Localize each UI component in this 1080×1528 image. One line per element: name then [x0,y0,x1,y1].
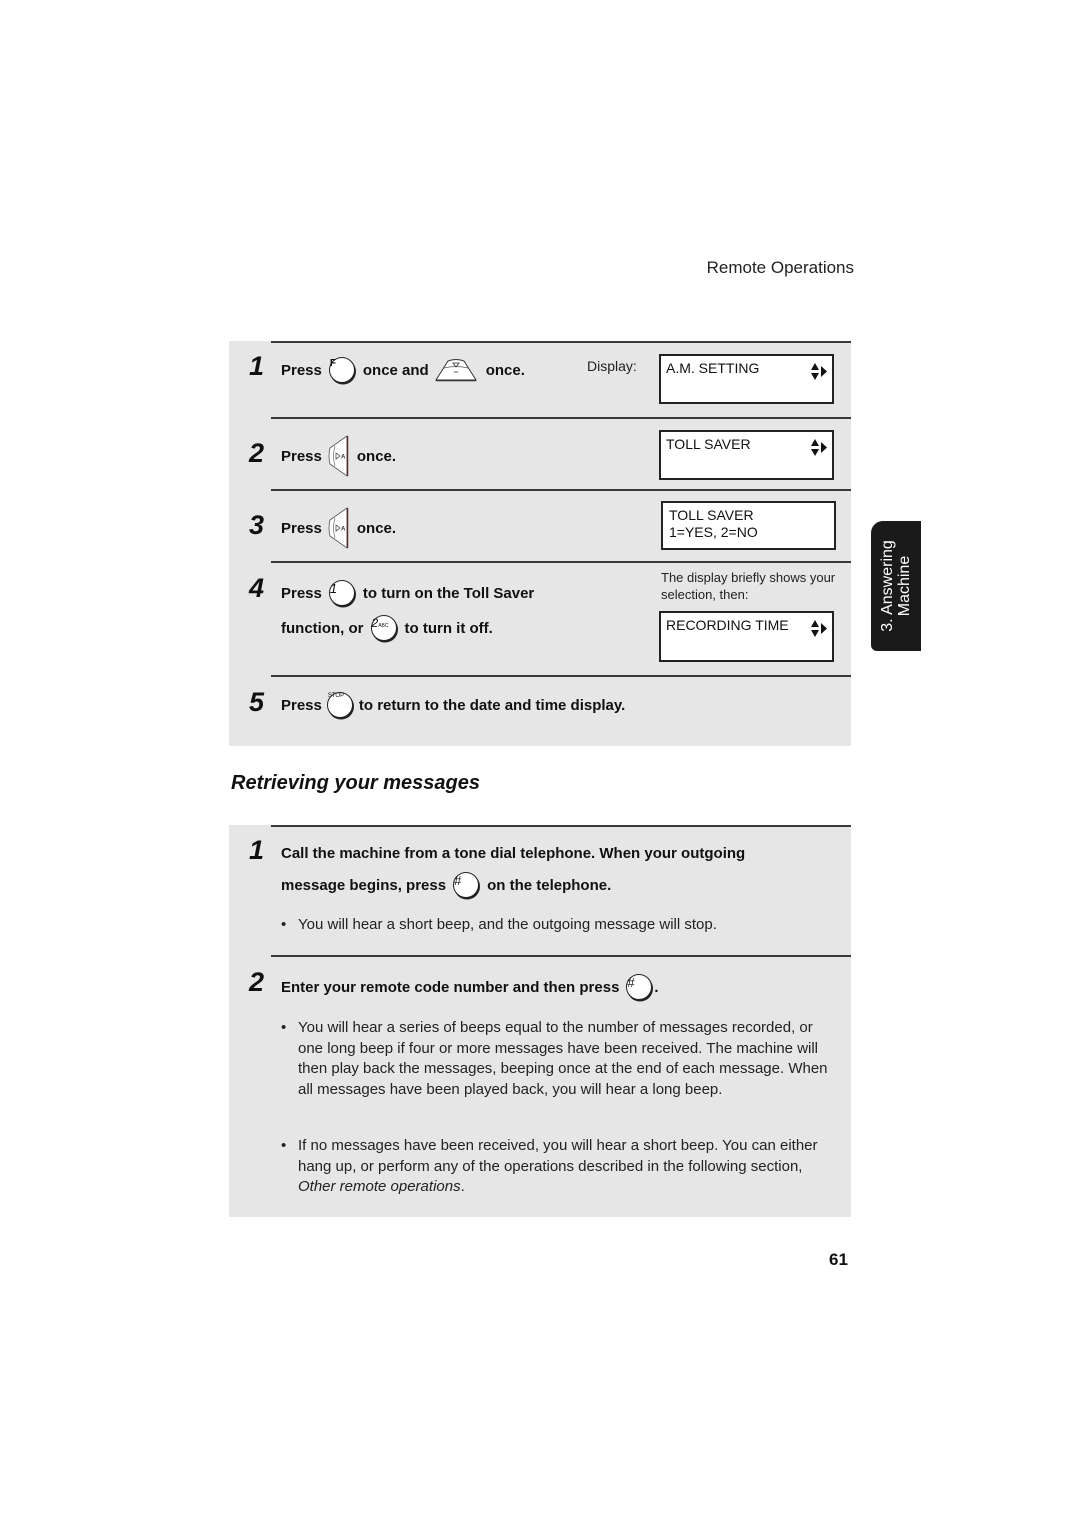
lcd-line-2: 1=YES, 2=NO [669,524,758,540]
step-text: Press [281,519,322,537]
retrieve-step-1-line-1: Call the machine from a tone dial teleph… [281,845,745,862]
step-4-text-line-1: Press 1 to turn on the Toll Saver [281,580,534,606]
divider [271,341,851,343]
nav-right-key-icon: A [328,507,349,549]
key-letters: ABC [378,623,389,629]
step-3-text: Press A once. [281,507,396,549]
lcd-line-1: TOLL SAVER [666,436,751,452]
function-key-icon: F [328,357,355,383]
step-number: 3 [249,510,265,540]
step-text: Enter your remote code number and then p… [281,978,620,996]
divider [271,489,851,491]
chapter-tab-line-2: Machine [896,555,913,617]
retrieve-step-1-line-2: message begins, press # on the telephone… [281,872,611,898]
step-number: 5 [249,687,265,717]
bullet-item: If no messages have been received, you w… [281,1136,837,1198]
up-down-right-arrows-icon [811,363,827,380]
divider [271,675,851,677]
step-5-text: Press STOP to return to the date and tim… [281,692,625,718]
step-text: . [654,978,659,996]
divider [271,825,851,827]
page-number: 61 [829,1250,848,1269]
lcd-line-1: A.M. SETTING [666,360,760,376]
lcd-display-recording-time: RECORDING TIME [659,611,834,662]
divider [271,955,851,957]
step-text: to turn it off. [404,619,493,637]
section-title: Retrieving your messages [231,772,480,794]
bullet-item: You will hear a series of beeps equal to… [281,1018,837,1100]
divider [271,417,851,419]
lcd-display-toll-saver: TOLL SAVER [659,430,834,480]
bullet-text: If no messages have been received, you w… [298,1137,818,1175]
toll-saver-steps-panel: 1 Press F once and once. Display: A.M. S… [229,341,851,746]
retrieve-step-2-text: Enter your remote code number and then p… [281,974,659,1000]
chapter-tab[interactable]: 3. Answering Machine [871,521,921,651]
step-text: Press [281,584,322,602]
step-text: Press [281,447,322,465]
step-text: once and [362,361,429,379]
svg-text:A: A [341,527,346,533]
digit-2-key-icon: 2ABC [370,615,397,641]
display-note: The display briefly shows your selection… [661,570,836,602]
step-text: once. [485,361,525,379]
step-text: on the telephone. [487,876,612,894]
step-text: once. [356,519,397,537]
step-number: 1 [249,351,265,381]
step-number: 1 [249,835,265,865]
step-text: function, or [281,619,364,637]
divider [271,561,851,563]
step-text: once. [356,447,397,465]
stop-key-icon: STOP [326,692,353,718]
step-1-text: Press F once and once. [281,357,525,383]
step-text: Call the machine from a tone dial teleph… [281,845,746,862]
up-down-right-arrows-icon [811,620,827,637]
step-text: Press [281,696,322,714]
bullet-item: You will hear a short beep, and the outg… [281,915,837,936]
section-header: Remote Operations [706,258,854,277]
nav-right-key-icon: A [328,435,349,477]
lcd-display-toll-saver-yes-no: TOLL SAVER 1=YES, 2=NO [661,501,836,550]
lcd-line-1: TOLL SAVER [669,507,754,523]
step-number: 4 [249,573,265,603]
cross-reference: Other remote operations [298,1178,461,1195]
step-number: 2 [249,438,265,468]
step-text: Press [281,361,322,379]
hash-key-icon: # [626,974,653,1000]
chapter-tab-line-1: 3. Answering [879,540,896,632]
bullet-text: . [460,1178,465,1195]
step-2-text: Press A once. [281,435,396,477]
retrieving-messages-panel: 1 Call the machine from a tone dial tele… [229,825,851,1217]
nav-down-key-icon [434,359,477,382]
display-label: Display: [587,358,637,374]
step-number: 2 [249,967,265,997]
step-text: message begins, press [281,876,447,894]
svg-text:A: A [341,455,346,461]
lcd-line-1: RECORDING TIME [666,617,789,633]
step-text: to return to the date and time display. [358,696,626,714]
key-digit: 2 [371,616,379,630]
lcd-display-am-setting: A.M. SETTING [659,354,834,404]
hash-key-icon: # [453,872,480,898]
step-4-text-line-2: function, or 2ABC to turn it off. [281,615,493,641]
digit-1-key-icon: 1 [328,580,355,606]
chapter-tab-label: 3. Answering Machine [879,540,913,632]
step-text: to turn on the Toll Saver [362,584,535,602]
up-down-right-arrows-icon [811,439,827,456]
